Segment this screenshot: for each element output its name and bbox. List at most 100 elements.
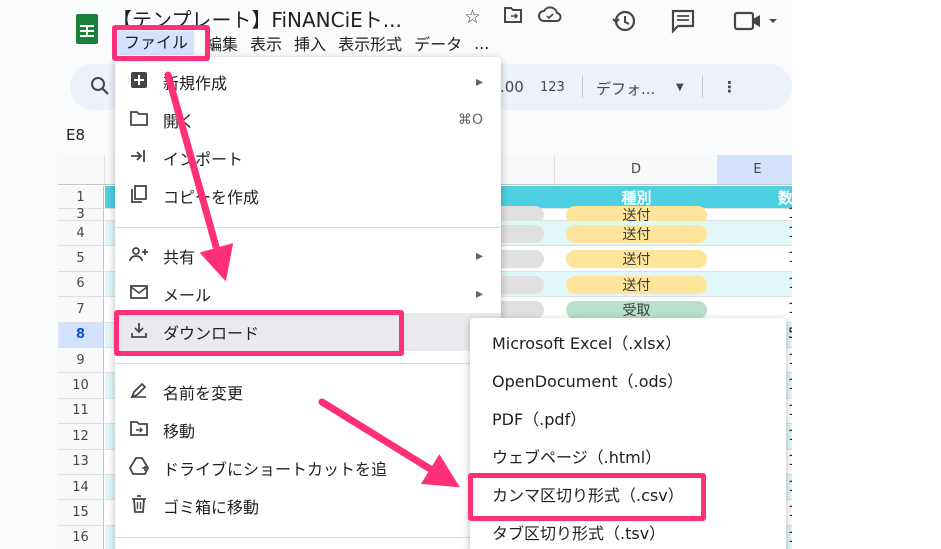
submenu-arrow-icon: ▸ (475, 74, 483, 90)
menu-item-import[interactable]: インポート (115, 139, 501, 177)
row-number[interactable]: 16 (58, 525, 104, 549)
shortcut-label: ⌘O (457, 112, 483, 128)
row-number[interactable]: 3 (58, 207, 104, 222)
row-number[interactable]: 6 (58, 271, 104, 298)
copy-icon (115, 184, 163, 208)
quantity-cell[interactable]: 1 (788, 301, 792, 317)
download-ods[interactable]: OpenDocument（.ods） (470, 361, 786, 399)
font-dropdown-icon[interactable]: ▼ (676, 82, 684, 93)
quantity-cell[interactable]: 1 (788, 504, 792, 520)
sheets-logo-icon[interactable] (76, 14, 98, 44)
quantity-cell[interactable]: 1 (788, 530, 792, 546)
row-number[interactable]: 10 (58, 373, 104, 399)
quantity-cell[interactable]: 1 (788, 225, 792, 241)
column-header-e[interactable]: E (718, 155, 792, 185)
quantity-cell[interactable]: 1 (788, 453, 792, 469)
move-to-folder-icon[interactable] (503, 6, 523, 29)
menu-item-label: コピーを作成 (163, 188, 260, 207)
quantity-cell[interactable]: 1 (788, 250, 792, 266)
menu-view[interactable]: 表示 (250, 31, 282, 55)
quantity-cell[interactable]: 1 (788, 403, 792, 419)
quantity-cell[interactable]: 5 (788, 326, 792, 342)
row-number[interactable]: 12 (58, 424, 104, 450)
star-icon[interactable]: ☆ (464, 6, 481, 28)
quantity-cell[interactable]: 1 (788, 377, 792, 393)
number-format-button[interactable]: 123 (540, 80, 565, 95)
name-box[interactable]: E8 (66, 126, 85, 144)
header-cell-quantity[interactable]: 数 (778, 186, 792, 208)
import-icon (115, 148, 163, 169)
row-number[interactable]: 5 (58, 246, 104, 272)
row-number[interactable]: 4 (58, 221, 104, 247)
font-select[interactable]: デフォ... (596, 78, 655, 99)
menu-item-label: 新規作成 (163, 74, 228, 93)
menu-item-label: 開く (163, 112, 196, 131)
submenu-arrow-icon: ▸ (475, 248, 483, 264)
comment-icon[interactable] (670, 8, 696, 40)
row-number[interactable]: 14 (58, 475, 104, 501)
menu-item-open[interactable]: 開く ⌘O (115, 101, 501, 139)
menu-item-label: 名前を変更 (163, 384, 244, 403)
menu-item-add-shortcut[interactable]: ドライブにショートカットを追 (115, 449, 501, 487)
menu-data[interactable]: データ (414, 31, 462, 55)
type-chip[interactable]: 受取 (566, 300, 707, 319)
highlight-csv (468, 473, 706, 521)
menu-more[interactable]: ... (474, 34, 489, 53)
row-number[interactable]: 7 (58, 297, 104, 323)
menu-item-make-copy[interactable]: コピーを作成 (115, 177, 501, 215)
row-number[interactable]: 11 (58, 398, 104, 425)
quantity-cell[interactable]: 1 (788, 276, 792, 292)
quantity-cell[interactable]: 1 (788, 206, 792, 222)
menu-item-label: 共有 (163, 248, 196, 267)
menu-item-label: インポート (163, 150, 244, 169)
search-menus-icon[interactable] (90, 76, 110, 100)
menu-item-label: ゴミ箱に移動 (163, 498, 260, 517)
type-chip[interactable]: 送付 (566, 224, 707, 243)
menu-format[interactable]: 表示形式 (338, 31, 402, 55)
menu-divider (115, 227, 501, 228)
column-header-d[interactable]: D (555, 155, 718, 185)
type-chip[interactable]: 送付 (566, 275, 707, 294)
menu-item-new[interactable]: 新規作成 ▸ (115, 63, 501, 101)
share-person-icon (115, 246, 163, 267)
toolbar-divider (582, 76, 583, 98)
increase-decimal-button[interactable]: .00 (500, 78, 524, 96)
video-call-icon[interactable] (733, 8, 783, 40)
toolbar-divider (702, 76, 703, 98)
menu-item-email[interactable]: メール ▸ (115, 275, 501, 313)
quantity-cell[interactable]: 1 (788, 479, 792, 495)
menu-edit[interactable]: 編集 (206, 31, 238, 55)
move-folder-icon (115, 420, 163, 441)
quantity-cell[interactable]: 1 (788, 352, 792, 368)
row-number[interactable]: 8 (58, 322, 104, 348)
row-number[interactable]: 15 (58, 500, 104, 526)
sheets-window: 【テンプレート】FiNANCiEト... ☆ ファイル 編集 表示 挿入 表示形… (0, 0, 792, 549)
folder-open-icon (115, 110, 163, 131)
rename-icon (115, 381, 163, 404)
download-html[interactable]: ウェブページ（.html） (470, 437, 786, 475)
menu-item-label: ドライブにショートカットを追 (163, 460, 388, 479)
type-chip[interactable]: 送付 (566, 250, 707, 269)
highlight-download (114, 310, 404, 356)
more-options-icon[interactable]: ⋮ (722, 78, 737, 96)
menu-item-rename[interactable]: 名前を変更 (115, 373, 501, 411)
menu-item-share[interactable]: 共有 ▸ (115, 237, 501, 275)
row-number[interactable]: 13 (58, 449, 104, 475)
menu-insert[interactable]: 挿入 (294, 31, 326, 55)
drive-shortcut-icon (115, 456, 163, 480)
select-all-corner[interactable] (58, 155, 105, 185)
download-xlsx[interactable]: Microsoft Excel（.xlsx） (470, 323, 786, 361)
menu-item-label: 移動 (163, 422, 196, 441)
menu-item-trash[interactable]: ゴミ箱に移動 (115, 487, 501, 525)
cloud-status-icon[interactable] (538, 6, 562, 29)
menu-item-move[interactable]: 移動 (115, 411, 501, 449)
highlight-file-menu (112, 25, 210, 61)
mail-icon (115, 284, 163, 304)
download-pdf[interactable]: PDF（.pdf） (470, 399, 786, 437)
menu-divider (115, 537, 501, 538)
row-number[interactable]: 1 (58, 186, 104, 209)
row-number[interactable]: 9 (58, 348, 104, 374)
history-icon[interactable] (611, 8, 637, 40)
quantity-cell[interactable]: 1 (788, 428, 792, 444)
trash-icon (115, 494, 163, 518)
